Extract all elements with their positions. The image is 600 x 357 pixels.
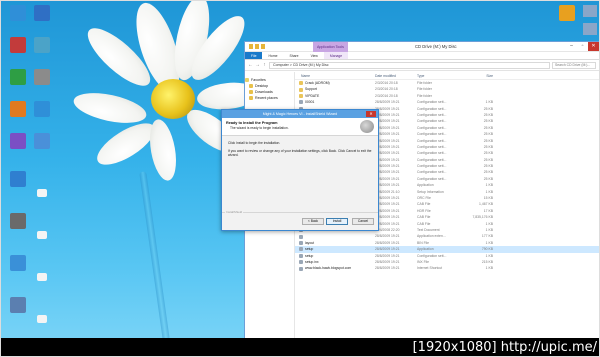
new-folder-icon[interactable] [261,44,265,49]
wizard-body: Click Install to begin the installation.… [222,136,378,166]
file-icon [37,273,47,281]
desktop-file-icon[interactable] [27,315,57,323]
wizard-title: Might & Magic Heroes VI - InstallShield … [262,112,338,116]
minimize-button[interactable]: – [566,42,577,51]
watermark-bar: [1920x1080] http://upic.me/ [1,338,599,356]
nav-item[interactable]: Recent places [245,95,294,101]
desktop-shortcut[interactable] [3,213,33,229]
app-icon [10,255,26,271]
file-type: Internet Shortcut [417,266,443,271]
installshield-brand: InstallShield [225,210,244,214]
file-name: www.black-hawk.blogspot.com [295,265,375,271]
ribbon-tab-view[interactable]: View [305,52,324,59]
app-icon [10,213,26,229]
app-icon [10,133,26,149]
desktop-shortcut[interactable] [27,37,57,54]
app-icon [34,69,50,85]
desktop-shortcut[interactable] [3,297,33,313]
wizard-footer: InstallShield < Back Install Cancel [222,210,378,230]
column-date[interactable]: Date modified [375,72,417,79]
wizard-titlebar[interactable]: Might & Magic Heroes VI - InstallShield … [222,110,378,118]
desktop-file-icon[interactable] [27,231,57,239]
file-icon [37,315,47,323]
desktop-shortcut[interactable] [27,133,57,150]
ribbon-tab-file[interactable]: File [245,52,263,59]
explorer-title: CD Drive (M:) My Disc [415,44,457,49]
wizard-subheading: The wizard is ready to begin installatio… [230,126,289,130]
wizard-header: Ready to Install the Program The wizard … [222,118,378,136]
close-button[interactable]: ✕ [588,42,599,51]
desktop-shortcut[interactable] [27,101,57,118]
ribbon-tab-home[interactable]: Home [262,52,283,59]
desktop-file-icon[interactable] [27,273,57,281]
column-size[interactable]: Size [469,72,497,79]
ribbon-tab-share[interactable]: Share [284,52,305,59]
app-icon [10,5,26,21]
installshield-wizard-dialog: Might & Magic Heroes VI - InstallShield … [221,109,379,231]
wizard-instruction: Click Install to begin the installation. [228,141,281,145]
file-date: 28/8/2009 19:21 [375,266,400,271]
maximize-button[interactable]: ▫ [577,42,588,51]
installer-logo-icon [360,120,374,133]
back-arrow-icon[interactable]: ← [248,62,253,68]
file-icon [37,231,47,239]
app-icon [10,69,26,85]
app-icon [34,133,50,149]
app-icon [34,5,50,21]
up-arrow-icon[interactable]: ↑ [262,62,267,68]
application-tools-tab[interactable]: Application Tools [313,42,348,52]
desktop-shortcut[interactable] [3,171,33,187]
app-icon [10,37,26,53]
desktop-shortcut[interactable] [3,255,33,271]
search-input[interactable]: Search CD Drive (M:)... [552,61,596,69]
properties-icon[interactable] [255,44,259,49]
forward-arrow-icon[interactable]: → [255,62,260,68]
column-type[interactable]: Type [417,72,469,79]
file-icon [37,189,47,197]
address-bar[interactable]: Computer > CD Drive (M:) My Disc [269,61,550,69]
wizard-review-note: If you want to review or change any of y… [228,148,372,158]
table-row[interactable]: www.black-hawk.blogspot.com 28/8/2009 19:… [295,265,599,271]
back-button[interactable]: < Back [302,218,324,225]
address-bar-row: ← → ↑ Computer > CD Drive (M:) My Disc S… [245,60,599,71]
app-icon [34,101,50,117]
desktop-file-icon[interactable] [27,189,57,197]
window-controls: – ▫ ✕ [566,42,599,51]
ribbon-tabs: File Home Share View Manage [245,52,599,60]
desktop-shortcut[interactable] [27,5,57,22]
column-headers: Name Date modified Type Size [295,72,599,80]
app-icon [10,171,26,187]
game-shortcut-icon[interactable] [559,5,575,21]
desktop: ENG 14:00 Application Tools CD Drive (M:… [0,0,600,357]
app-icon [10,101,26,117]
explorer-titlebar[interactable]: Application Tools CD Drive (M:) My Disc … [245,42,599,52]
quick-access-toolbar [249,44,265,49]
install-button[interactable]: Install [326,218,348,225]
charm-share-icon[interactable] [583,23,597,35]
folder-icon[interactable] [249,44,253,49]
charm-search-icon[interactable] [583,5,597,17]
wizard-close-button[interactable]: ✕ [366,111,376,117]
cancel-button[interactable]: Cancel [352,218,374,225]
watermark-caption: [1920x1080] http://upic.me/ [412,340,597,355]
app-icon [34,37,50,53]
column-name[interactable]: Name [295,72,375,79]
desktop-shortcut[interactable] [27,69,57,86]
app-icon [10,297,26,313]
ribbon-tab-manage[interactable]: Manage [323,52,349,59]
file-size: 1 KB [485,266,493,271]
